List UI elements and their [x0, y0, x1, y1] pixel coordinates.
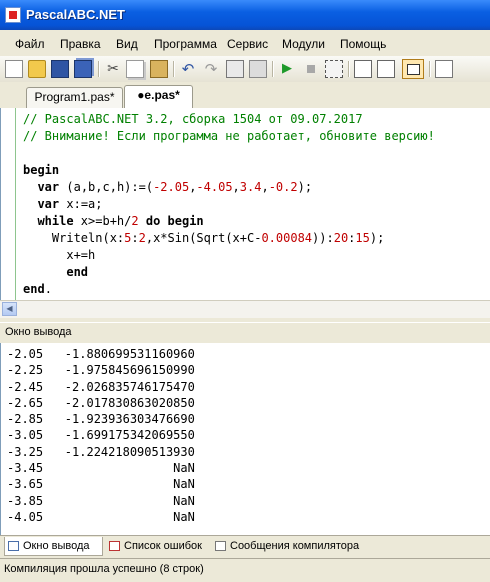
menu-service[interactable]: Сервис: [227, 37, 268, 51]
step-into-icon[interactable]: [377, 60, 395, 78]
copy-icon[interactable]: [126, 60, 144, 78]
code-line[interactable]: // PascalABC.NET 3.2, сборка 1504 от 09.…: [23, 111, 435, 128]
output-text: -2.05 -1.880699531160960 -2.25 -1.9758456…: [7, 346, 195, 525]
editor-tabs: Program1.pas* ●e.pas*: [0, 82, 490, 109]
undo-icon[interactable]: ↶: [179, 60, 197, 78]
step-over-icon[interactable]: [354, 60, 372, 78]
output-line: -2.45 -2.026835746175470: [7, 379, 195, 394]
code-editor[interactable]: // PascalABC.NET 3.2, сборка 1504 от 09.…: [0, 108, 490, 300]
redo-icon[interactable]: ↷: [202, 60, 220, 78]
form-designer-icon[interactable]: [325, 60, 343, 78]
output-line: -4.05 NaN: [7, 509, 195, 524]
compiler-messages-icon: [215, 541, 226, 551]
toolbar: ✂ ↶ ↷ ▶: [0, 56, 490, 83]
save-all-icon[interactable]: [74, 60, 92, 78]
code-text[interactable]: // PascalABC.NET 3.2, сборка 1504 от 09.…: [23, 111, 435, 298]
status-text: Компиляция прошла успешно (8 строк): [4, 563, 204, 575]
output-line: -2.85 -1.923936303476690: [7, 412, 195, 427]
run-icon[interactable]: ▶: [278, 60, 296, 78]
output-window-icon: [8, 541, 19, 551]
output-line: -3.85 NaN: [7, 493, 195, 508]
tab-output-window[interactable]: Окно вывода: [4, 537, 103, 556]
scroll-left-icon[interactable]: ◀: [2, 302, 17, 316]
menu-edit[interactable]: Правка: [60, 37, 101, 51]
tab-compiler-messages[interactable]: Сообщения компилятора: [212, 537, 372, 556]
window-title: PascalABC.NET: [26, 7, 125, 22]
output-line: -3.45 NaN: [7, 461, 195, 476]
tab-error-list-label: Список ошибок: [124, 540, 202, 552]
error-list-icon: [109, 541, 120, 551]
compile-icon[interactable]: [226, 60, 244, 78]
output-line: -3.65 NaN: [7, 477, 195, 492]
new-file-icon[interactable]: [5, 60, 23, 78]
tab-error-list[interactable]: Список ошибок: [106, 537, 206, 556]
app-icon: [5, 7, 21, 23]
tab-output-window-label: Окно вывода: [23, 540, 90, 552]
code-line[interactable]: var (a,b,c,h):=(-2.05,-4.05,3.4,-0.2);: [23, 179, 435, 196]
output-window[interactable]: -2.05 -1.880699531160960 -2.25 -1.9758456…: [0, 343, 490, 535]
output-line: -2.05 -1.880699531160960: [7, 347, 195, 361]
menu-help[interactable]: Помощь: [340, 37, 386, 51]
tab-program1[interactable]: Program1.pas*: [26, 87, 123, 108]
debug-icon[interactable]: [249, 60, 267, 78]
open-folder-icon[interactable]: [28, 60, 46, 78]
output-panel-header: Окно вывода: [0, 322, 490, 344]
output-panel-icon[interactable]: [402, 59, 424, 79]
code-line[interactable]: Writeln(x:5:2,x*Sin(Sqrt(x+C-0.00084)):2…: [23, 230, 435, 247]
cut-icon[interactable]: ✂: [104, 60, 122, 78]
properties-icon[interactable]: [435, 60, 453, 78]
code-line[interactable]: // Внимание! Если программа не работает,…: [23, 128, 435, 145]
code-line[interactable]: end: [23, 264, 435, 281]
code-line[interactable]: x+=h: [23, 247, 435, 264]
output-line: -3.05 -1.699175342069550: [7, 428, 195, 443]
bottom-tabs: Окно вывода Список ошибок Сообщения комп…: [0, 535, 490, 558]
output-line: -2.25 -1.975845696150990: [7, 363, 195, 378]
save-icon[interactable]: [51, 60, 69, 78]
code-line[interactable]: var x:=a;: [23, 196, 435, 213]
editor-gutter: [15, 108, 16, 300]
paste-icon[interactable]: [150, 60, 168, 78]
code-line[interactable]: begin: [23, 162, 435, 179]
title-bar: PascalABC.NET: [0, 0, 490, 30]
menu-program[interactable]: Программа: [154, 37, 217, 51]
editor-horizontal-scrollbar[interactable]: ◀: [0, 300, 490, 318]
code-line[interactable]: while x>=b+h/2 do begin: [23, 213, 435, 230]
tab-e-pas[interactable]: ●e.pas*: [124, 85, 193, 109]
menu-file[interactable]: Файл: [15, 37, 45, 51]
menu-modules[interactable]: Модули: [282, 37, 325, 51]
menu-bar: Файл Правка Вид Программа Сервис Модули …: [0, 30, 490, 56]
stop-icon[interactable]: [302, 60, 320, 78]
code-line[interactable]: end.: [23, 281, 435, 298]
status-bar: Компиляция прошла успешно (8 строк): [0, 558, 490, 582]
menu-view[interactable]: Вид: [116, 37, 138, 51]
code-line[interactable]: [23, 145, 435, 162]
output-panel-title: Окно вывода: [5, 326, 72, 338]
output-line: -3.25 -1.224218090513930: [7, 444, 195, 459]
output-line: -2.65 -2.017830863020850: [7, 395, 195, 410]
tab-compiler-messages-label: Сообщения компилятора: [230, 540, 360, 552]
